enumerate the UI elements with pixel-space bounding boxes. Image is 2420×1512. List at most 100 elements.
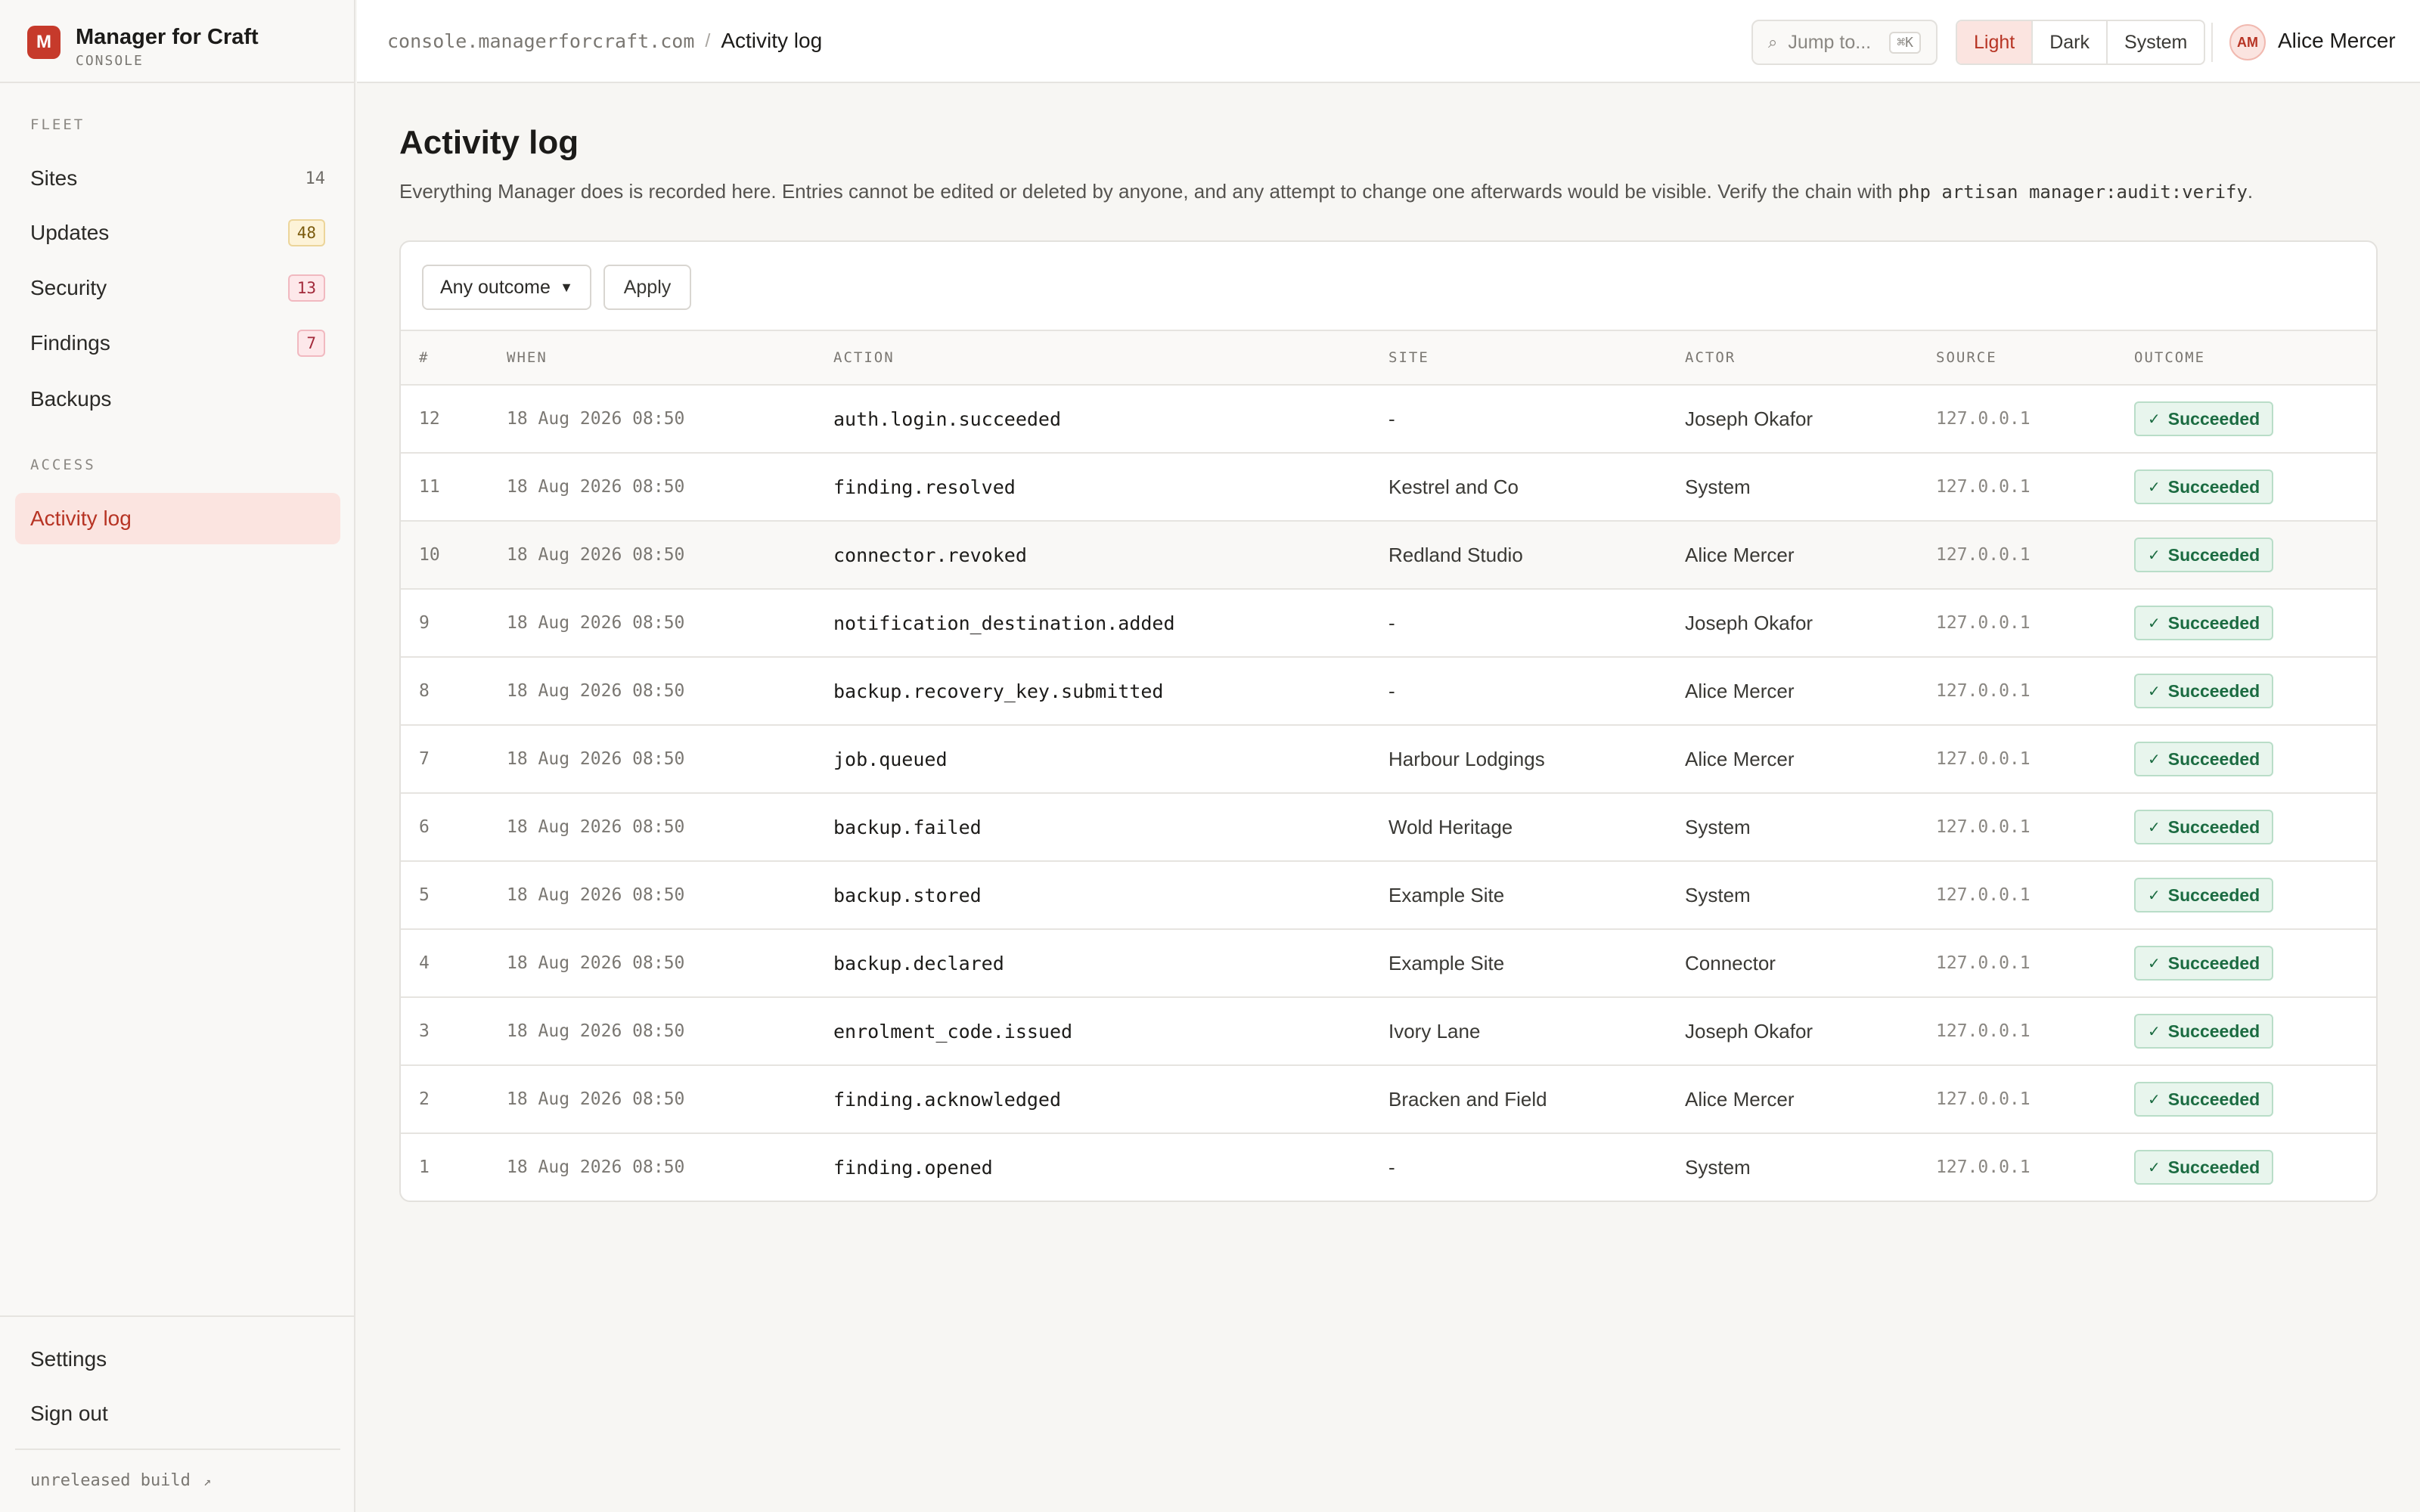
sidebar-item-findings[interactable]: Findings 7	[15, 318, 340, 369]
row-actor: Alice Mercer	[1685, 543, 1795, 566]
check-icon: ✓	[2148, 887, 2161, 904]
status-badge-label: Succeeded	[2167, 748, 2260, 769]
row-source: 127.0.0.1	[1936, 681, 2031, 701]
status-badge: ✓ Succeeded	[2134, 946, 2274, 981]
table-row[interactable]: 12 18 Aug 2026 08:50 auth.login.succeeded -…	[401, 386, 2376, 454]
breadcrumb-domain[interactable]: console.managerforcraft.com	[387, 30, 694, 52]
activity-log-card: Any outcome ▼ Apply # WHEN ACTION SITE A…	[399, 240, 2378, 1202]
sidebar-item-security[interactable]: Security 13	[15, 262, 340, 314]
row-outcome: ✓ Succeeded	[2134, 1066, 2274, 1132]
verify-command: php artisan manager:audit:verify	[1897, 181, 2248, 203]
breadcrumb: console.managerforcraft.com / Activity l…	[387, 29, 822, 53]
row-when: 18 Aug 2026 08:50	[507, 1157, 685, 1177]
row-site: Kestrel and Co	[1388, 475, 1519, 498]
row-site: Redland Studio	[1388, 543, 1523, 566]
row-source: 127.0.0.1	[1936, 545, 2031, 565]
row-actor: System	[1685, 1155, 1751, 1179]
sidebar-item-activity-log[interactable]: Activity log	[15, 493, 340, 544]
check-icon: ✓	[2148, 1091, 2161, 1108]
row-action: finding.opened	[833, 1156, 993, 1179]
row-outcome: ✓ Succeeded	[2134, 522, 2274, 588]
row-when: 18 Aug 2026 08:50	[507, 817, 685, 837]
column-header-source: SOURCE	[1936, 349, 1997, 366]
table-row[interactable]: 5 18 Aug 2026 08:50 backup.stored Example S…	[401, 862, 2376, 930]
row-number: 9	[419, 613, 430, 633]
brand-logo: M	[27, 26, 60, 59]
table-row[interactable]: 2 18 Aug 2026 08:50 finding.acknowledged Br…	[401, 1066, 2376, 1134]
table-row[interactable]: 9 18 Aug 2026 08:50 notification_destinati…	[401, 590, 2376, 658]
table-row[interactable]: 6 18 Aug 2026 08:50 backup.failed Wold Heri…	[401, 794, 2376, 862]
sidebar-item-backups[interactable]: Backups	[15, 373, 340, 425]
status-badge-label: Succeeded	[2167, 885, 2260, 905]
status-badge-label: Succeeded	[2167, 1157, 2260, 1177]
row-number: 8	[419, 681, 430, 701]
brand[interactable]: M Manager for Craft CONSOLE	[27, 24, 259, 69]
theme-dark-button[interactable]: Dark	[2031, 21, 2106, 64]
row-actor: Alice Mercer	[1685, 1087, 1795, 1111]
build-link[interactable]: unreleased build ↗	[30, 1471, 211, 1490]
status-badge-label: Succeeded	[2167, 1021, 2260, 1041]
row-when: 18 Aug 2026 08:50	[507, 409, 685, 429]
brand-name: Manager for Craft	[76, 25, 259, 49]
row-when: 18 Aug 2026 08:50	[507, 681, 685, 701]
row-outcome: ✓ Succeeded	[2134, 998, 2274, 1064]
apply-button[interactable]: Apply	[603, 265, 691, 310]
jump-to-search[interactable]: ⌕ Jump to... ⌘K	[1751, 20, 1938, 65]
sidebar-item-updates[interactable]: Updates 48	[15, 207, 340, 259]
status-badge: ✓ Succeeded	[2134, 469, 2274, 504]
brand-subtitle: CONSOLE	[76, 53, 144, 69]
row-outcome: ✓ Succeeded	[2134, 862, 2274, 928]
page-description: Everything Manager does is recorded here…	[399, 180, 2253, 203]
row-actor: Joseph Okafor	[1685, 1019, 1813, 1043]
table-row[interactable]: 8 18 Aug 2026 08:50 backup.recovery_key.su…	[401, 658, 2376, 726]
row-number: 11	[419, 477, 440, 497]
row-site: Ivory Lane	[1388, 1019, 1481, 1043]
row-number: 3	[419, 1021, 430, 1041]
avatar[interactable]: AM	[2229, 24, 2266, 60]
table-row[interactable]: 1 18 Aug 2026 08:50 finding.opened - System 1…	[401, 1134, 2376, 1201]
table-row[interactable]: 4 18 Aug 2026 08:50 backup.declared Example…	[401, 930, 2376, 998]
theme-system-button[interactable]: System	[2106, 21, 2204, 64]
theme-light-button[interactable]: Light	[1957, 21, 2032, 64]
row-when: 18 Aug 2026 08:50	[507, 885, 685, 905]
outcome-filter-value: Any outcome	[440, 276, 551, 298]
row-when: 18 Aug 2026 08:50	[507, 477, 685, 497]
topbar-divider	[2211, 23, 2213, 62]
status-badge: ✓ Succeeded	[2134, 1014, 2274, 1049]
table-row[interactable]: 10 18 Aug 2026 08:50 connector.revoked Redl…	[401, 522, 2376, 590]
page-title: Activity log	[399, 124, 579, 161]
access-section-label: ACCESS	[30, 457, 96, 473]
status-badge-label: Succeeded	[2167, 816, 2260, 837]
check-icon: ✓	[2148, 411, 2161, 428]
search-icon: ⌕	[1768, 33, 1778, 51]
row-site: Harbour Lodgings	[1388, 747, 1545, 770]
sign-out-button[interactable]: Sign out	[15, 1388, 340, 1439]
table-row[interactable]: 7 18 Aug 2026 08:50 job.queued Harbour Lodg…	[401, 726, 2376, 794]
breadcrumb-separator: /	[705, 29, 711, 51]
row-source: 127.0.0.1	[1936, 1021, 2031, 1041]
status-badge: ✓ Succeeded	[2134, 810, 2274, 844]
theme-switcher: Light Dark System	[1956, 20, 2206, 65]
row-source: 127.0.0.1	[1936, 613, 2031, 633]
shortcut-hint: ⌘K	[1889, 31, 1921, 54]
sidebar-item-settings[interactable]: Settings	[15, 1334, 340, 1385]
outcome-filter-select[interactable]: Any outcome ▼	[422, 265, 591, 310]
updates-count-badge: 48	[287, 219, 325, 246]
row-number: 5	[419, 885, 430, 905]
table-row[interactable]: 11 18 Aug 2026 08:50 finding.resolved Kestr…	[401, 454, 2376, 522]
row-source: 127.0.0.1	[1936, 1089, 2031, 1109]
sidebar-bottom-divider	[0, 1315, 355, 1317]
description-end: .	[2247, 180, 2254, 203]
status-badge-label: Succeeded	[2167, 953, 2260, 973]
status-badge-label: Succeeded	[2167, 680, 2260, 701]
sites-count: 14	[305, 169, 326, 188]
sidebar-item-sites[interactable]: Sites 14	[15, 153, 340, 204]
row-when: 18 Aug 2026 08:50	[507, 613, 685, 633]
row-action: notification_destination.added	[833, 612, 1175, 634]
user-name[interactable]: Alice Mercer	[2278, 29, 2396, 53]
table-row[interactable]: 3 18 Aug 2026 08:50 enrolment_code.issued I…	[401, 998, 2376, 1066]
row-outcome: ✓ Succeeded	[2134, 726, 2274, 792]
status-badge: ✓ Succeeded	[2134, 1082, 2274, 1117]
row-outcome: ✓ Succeeded	[2134, 590, 2274, 656]
row-source: 127.0.0.1	[1936, 817, 2031, 837]
